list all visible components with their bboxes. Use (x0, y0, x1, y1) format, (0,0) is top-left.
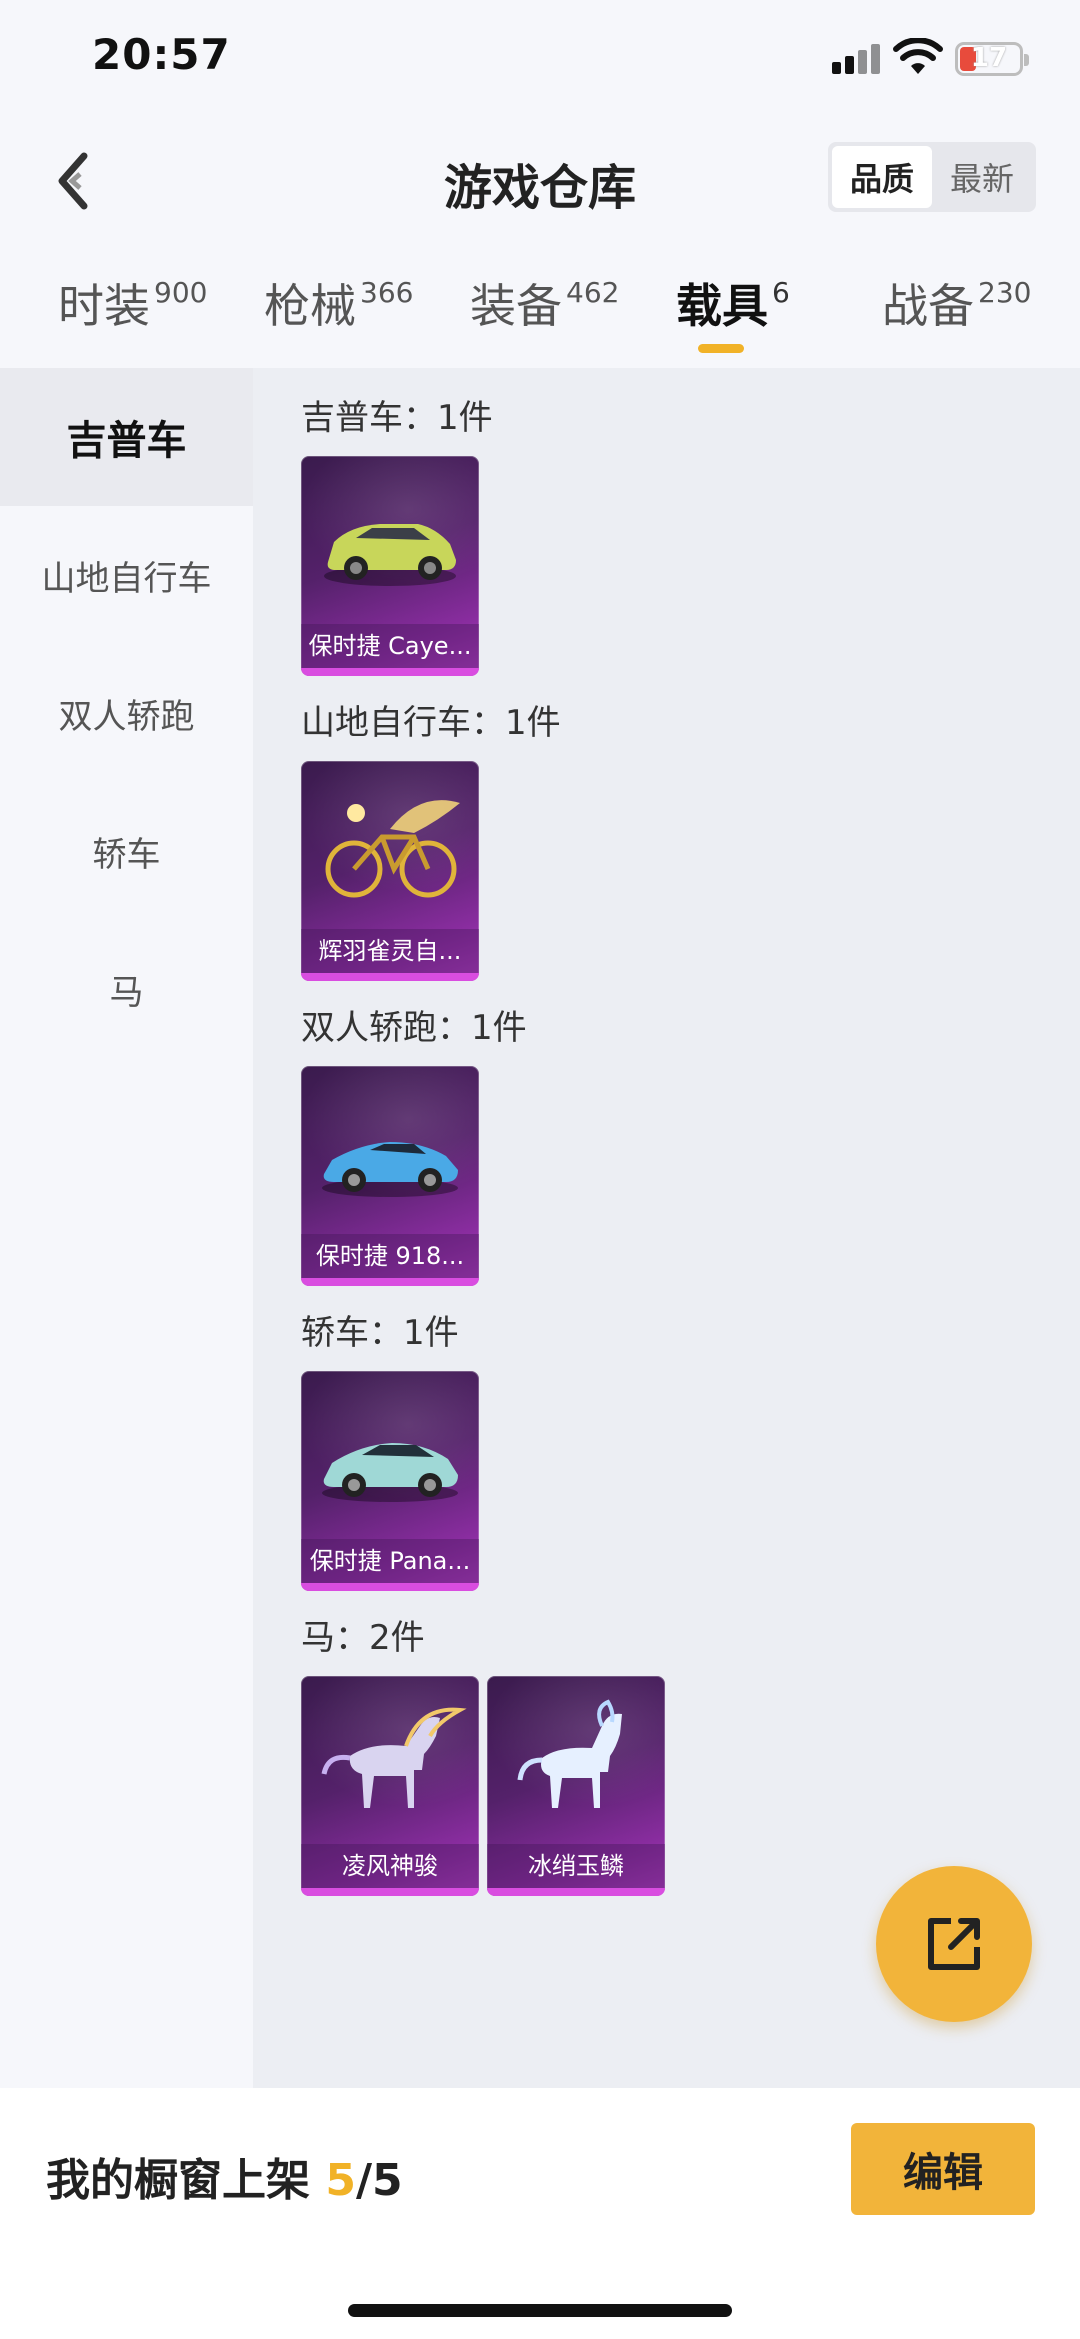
tab-count: 900 (154, 276, 208, 309)
item-name: 辉羽雀灵自... (301, 929, 479, 973)
group-title-coupe: 双人轿跑：1件 (301, 1008, 527, 1048)
tab-label: 枪械 (264, 279, 356, 333)
item-list: 吉普车：1件 保时捷 Caye... 山地自行车：1件 辉羽雀灵自... 双人轿… (253, 368, 1080, 2088)
tab-vehicles[interactable]: 载具 6 (676, 270, 790, 336)
status-bar: 20:57 17 (0, 0, 1080, 120)
item-card[interactable]: 冰绡玉鳞 (487, 1676, 665, 1896)
item-name: 保时捷 Pana... (301, 1539, 479, 1583)
bicycle-icon (325, 800, 460, 898)
battery-icon: 17 (955, 42, 1029, 76)
group-title-jeep: 吉普车：1件 (301, 398, 493, 438)
tab-label: 时装 (58, 279, 150, 333)
tab-fashion[interactable]: 时装 900 (58, 270, 207, 336)
tab-combat-supplies[interactable]: 战备 230 (882, 270, 1031, 336)
suv-car-icon (324, 524, 456, 586)
sedan-car-icon (322, 1443, 458, 1502)
tab-equipment[interactable]: 装备 462 (470, 270, 619, 336)
tab-label: 载具 (676, 279, 768, 333)
showcase-label: 我的橱窗上架 (46, 2155, 310, 2206)
tab-count: 6 (772, 276, 790, 309)
tab-label: 装备 (470, 279, 562, 333)
sort-by-quality[interactable]: 品质 (832, 146, 932, 208)
item-card[interactable]: 保时捷 918... (301, 1066, 479, 1286)
showcase-total: /5 (355, 2155, 403, 2206)
wifi-icon (893, 38, 943, 74)
sidebar-item-mountain-bike[interactable]: 山地自行车 (0, 506, 253, 644)
battery-level: 17 (970, 43, 1008, 73)
sidebar-item-jeep[interactable]: 吉普车 (0, 368, 253, 506)
group-title-sedan: 轿车：1件 (301, 1313, 459, 1353)
home-indicator (348, 2304, 732, 2317)
horse-icon (517, 1699, 622, 1808)
sub-category-sidebar: 吉普车 山地自行车 双人轿跑 轿车 马 (0, 368, 253, 2088)
sidebar-item-horse[interactable]: 马 (0, 920, 253, 1058)
showcase-status: 我的橱窗上架 5/5 (46, 2144, 403, 2208)
horse-icon (321, 1707, 467, 1808)
active-tab-indicator (698, 344, 744, 353)
cellular-signal-icon (832, 44, 880, 74)
group-title-horse: 马：2件 (301, 1618, 425, 1658)
sidebar-item-sedan[interactable]: 轿车 (0, 782, 253, 920)
tab-count: 366 (360, 276, 414, 309)
sort-toggle[interactable]: 品质 最新 (828, 142, 1036, 212)
item-card[interactable]: 保时捷 Pana... (301, 1371, 479, 1591)
item-card[interactable]: 保时捷 Caye... (301, 456, 479, 676)
item-name: 保时捷 918... (301, 1234, 479, 1278)
nav-bar: 游戏仓库 品质 最新 (0, 120, 1080, 240)
showcase-current: 5 (325, 2155, 356, 2206)
external-link-icon (928, 1918, 980, 1970)
sort-by-newest[interactable]: 最新 (932, 146, 1032, 208)
bottom-bar: 我的橱窗上架 5/5 编辑 (0, 2088, 1080, 2339)
tab-count: 230 (978, 276, 1032, 309)
item-card[interactable]: 辉羽雀灵自... (301, 761, 479, 981)
sports-car-icon (322, 1142, 458, 1197)
item-name: 保时捷 Caye... (301, 624, 479, 668)
item-name: 冰绡玉鳞 (487, 1844, 665, 1888)
tab-count: 462 (566, 276, 620, 309)
item-name: 凌风神骏 (301, 1844, 479, 1888)
tab-firearms[interactable]: 枪械 366 (264, 270, 413, 336)
item-card[interactable]: 凌风神骏 (301, 1676, 479, 1896)
edit-button[interactable]: 编辑 (851, 2123, 1035, 2215)
group-title-mountain-bike: 山地自行车：1件 (301, 703, 561, 743)
status-time: 20:57 (92, 30, 231, 79)
tab-label: 战备 (882, 279, 974, 333)
sidebar-item-coupe[interactable]: 双人轿跑 (0, 644, 253, 782)
share-button[interactable] (876, 1866, 1032, 2022)
category-tabs: 时装 900 枪械 366 装备 462 载具 6 战备 230 (0, 240, 1080, 368)
